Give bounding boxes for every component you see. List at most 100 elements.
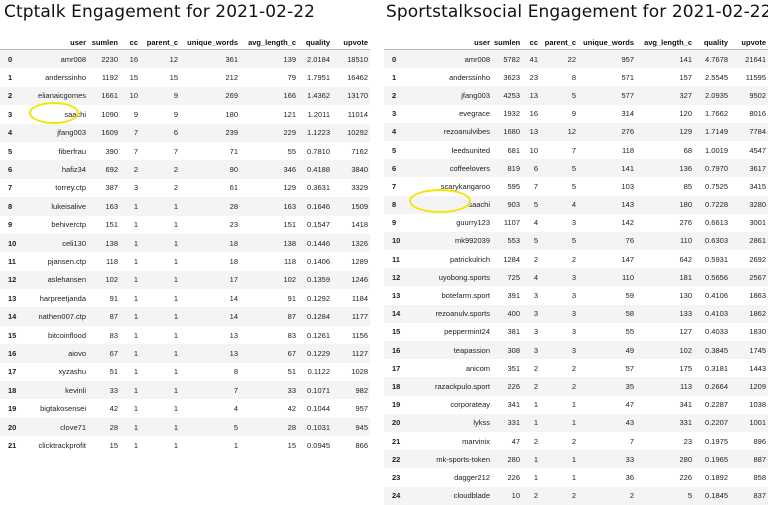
table-cell: 1 — [522, 413, 540, 432]
table-cell: 18 — [180, 233, 240, 253]
table-cell: 59 — [625, 291, 634, 301]
table-cell: mk-sports-token — [410, 450, 492, 469]
table-cell: 35 — [578, 377, 636, 396]
table-cell: 0.2287 — [705, 400, 728, 410]
table-cell: 10 — [492, 486, 522, 505]
table-cell: 0.1892 — [705, 472, 728, 482]
table-cell: marvinix — [462, 436, 490, 446]
table-cell: guurry123 — [456, 218, 490, 228]
table-header-row: user sumlen cc parent_c unique_words avg… — [0, 36, 370, 50]
table-cell: 136 — [636, 159, 694, 178]
table-cell: 2 — [522, 486, 540, 505]
table-cell: 553 — [492, 231, 522, 251]
table-cell: aiovo — [30, 344, 88, 363]
table-cell: clicktrackprofit — [38, 440, 86, 450]
table-cell: 1184 — [351, 293, 368, 303]
table-cell: 138 — [240, 233, 298, 253]
table-cell: 1 — [140, 197, 180, 216]
table-cell: 5 — [636, 486, 694, 505]
table-cell: 1 — [533, 400, 538, 410]
table-cell: 127 — [679, 327, 692, 337]
table-cell: 15 — [109, 440, 118, 450]
row-index: 18 — [384, 377, 410, 396]
table-cell: 2567 — [730, 268, 768, 287]
table-cell: 55 — [287, 146, 296, 156]
table-cell: 0.0945 — [307, 440, 330, 450]
table-cell: lukeisalive — [30, 197, 88, 216]
row-index: 21 — [8, 440, 17, 450]
table-cell: 280 — [636, 450, 694, 469]
ctptalk-title: Ctptalk Engagement for 2021-02-22 — [4, 2, 316, 22]
table-cell: 6 — [522, 159, 540, 178]
table-cell: 85 — [683, 181, 692, 191]
table-cell: 0.1446 — [298, 233, 332, 253]
row-index: 11 — [8, 256, 16, 266]
row-index: 2 — [384, 86, 410, 105]
table-cell: 2 — [540, 377, 578, 396]
table-cell: peppermint24 — [444, 327, 490, 337]
table-cell: jfang003 — [410, 86, 492, 105]
table-cell: anderssinho — [449, 72, 490, 82]
table-cell: 13170 — [332, 86, 370, 106]
table-cell: celi130 — [30, 233, 88, 253]
table-cell: 0.1975 — [705, 436, 728, 446]
table-cell: 13 — [522, 122, 540, 141]
row-index: 9 — [392, 218, 397, 228]
table-cell: 308 — [492, 341, 522, 360]
column-header: user — [30, 36, 88, 50]
table-cell: 13 — [180, 344, 240, 363]
table-cell: 858 — [753, 472, 766, 482]
table-cell: 327 — [636, 86, 694, 105]
table-cell: 1177 — [332, 307, 370, 326]
table-row: 17 anicom 351 2 2 57 175 0.3181 1443 — [384, 359, 768, 377]
table-cell: 1.2011 — [307, 109, 330, 119]
table-cell: 91 — [109, 293, 118, 303]
table-cell: 3 — [540, 268, 578, 287]
table-cell: mk992039 — [410, 231, 492, 251]
table-cell: 5 — [522, 231, 540, 251]
table-cell: 10 — [120, 86, 140, 106]
table-cell: 102 — [636, 341, 694, 360]
column-header: cc — [120, 36, 140, 50]
table-cell: 945 — [332, 417, 370, 437]
table-cell: 15 — [129, 73, 138, 83]
row-index: 0 — [0, 49, 30, 69]
table-cell: 4 — [533, 218, 538, 228]
table-cell: 3 — [540, 304, 578, 323]
table-cell: 7 — [120, 123, 140, 142]
row-index: 15 — [8, 330, 17, 340]
table-cell: 2 — [533, 254, 538, 264]
table-cell: 1192 — [101, 73, 118, 83]
row-index: 6 — [0, 160, 30, 179]
table-cell: 41 — [522, 49, 540, 69]
table-cell: 0.7228 — [694, 195, 730, 214]
table-cell: 2 — [522, 377, 540, 396]
row-index: 16 — [384, 341, 410, 360]
table-cell: 11595 — [745, 72, 766, 82]
table-cell: 1 — [120, 381, 140, 400]
table-cell: 91 — [287, 293, 296, 303]
table-cell: 0.1261 — [307, 330, 330, 340]
table-cell: 1 — [133, 256, 138, 266]
table-cell: 1 — [173, 220, 178, 230]
column-header — [384, 36, 410, 50]
table-row: 12 aslehansen 102 1 1 17 102 0.1359 1246 — [0, 270, 370, 290]
table-cell: xyzashu — [58, 367, 86, 377]
table-row: 4 rezoanulvibes 1680 13 12 276 129 1.7149 7784 — [384, 122, 768, 141]
table-cell: 10 — [529, 145, 538, 155]
table-cell: 2 — [578, 486, 636, 505]
table-cell: 2 — [571, 436, 576, 446]
table-cell: 6 — [140, 123, 180, 142]
table-row: 8 lukeisalive 163 1 1 28 163 0.1646 1509 — [0, 197, 370, 216]
table-row: 18 kevinli 33 1 1 7 33 0.1071 982 — [0, 381, 370, 400]
table-cell: 1 — [140, 344, 180, 363]
table-cell: 4 — [522, 268, 540, 287]
table-cell: 1156 — [351, 330, 368, 340]
column-header: upvote — [730, 36, 768, 50]
column-header: unique_words — [180, 36, 240, 50]
table-cell: 2.5545 — [705, 72, 728, 82]
table-cell: 79 — [287, 73, 296, 83]
table-row: 13 botefarm.sport 391 3 3 59 130 0.4106 1863 — [384, 286, 768, 304]
table-cell: 7 — [180, 381, 240, 400]
table-cell: 2861 — [730, 231, 768, 251]
